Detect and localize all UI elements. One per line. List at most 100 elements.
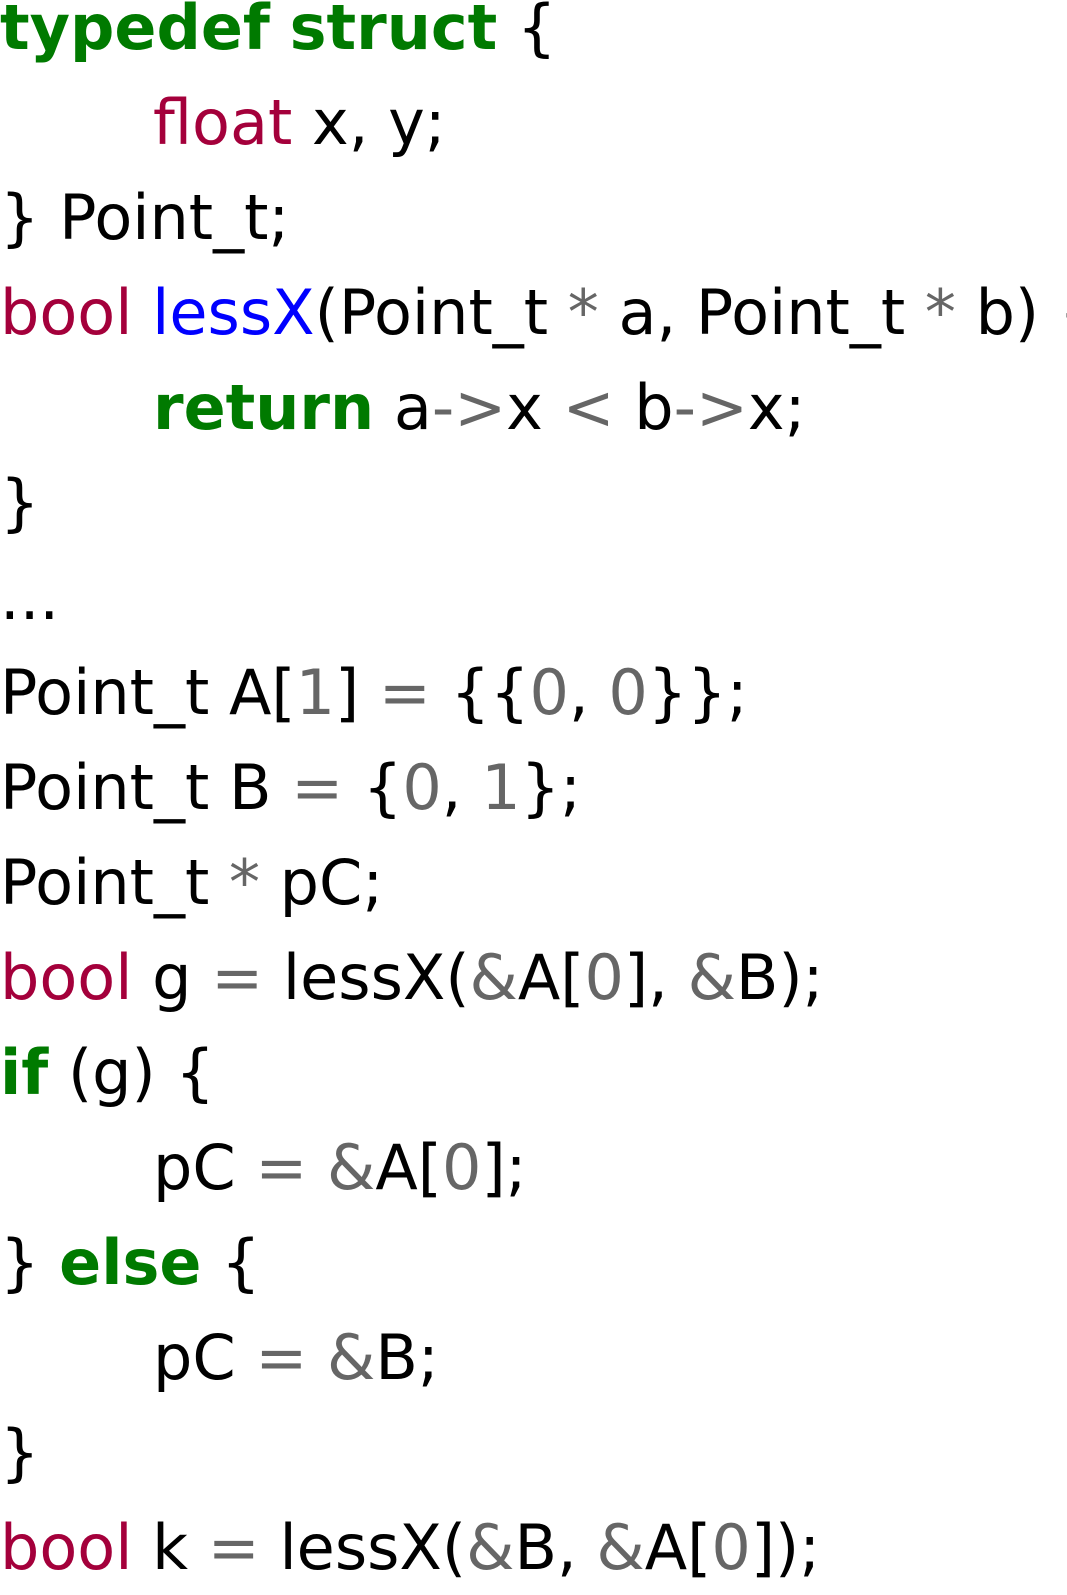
code-line: Point_t B = {0, 1}; [0,740,1067,835]
code-line: } [0,455,1067,550]
code-token-keyword: return [153,371,375,444]
code-token-plain: Point_t [0,846,229,919]
code-token-keyword: struct [289,0,498,64]
code-token-keyword: else [59,1226,202,1299]
code-token-operator: * [567,276,599,349]
code-line: Point_t A[1] = {{0, 0}}; [0,645,1067,740]
code-token-operator: -> [431,371,507,444]
code-token-plain: ... [0,561,60,634]
code-token-plain: (g) { [48,1036,215,1109]
code-token-number: 0 [584,941,624,1014]
code-line: } else { [0,1215,1067,1310]
code-token-operator: = [207,1511,260,1584]
code-token-operator: & [469,941,518,1014]
code-token-plain: } [0,466,40,539]
code-line: pC = &B; [0,1310,1067,1405]
code-token-plain: A[ [644,1511,712,1584]
code-token-type: bool [0,276,133,349]
code-token-operator: & [466,1511,515,1584]
code-token-plain: Point_t A[ [0,656,296,729]
code-token-operator: -> [673,371,748,444]
code-token-plain: B); [735,941,824,1014]
code-token-operator: & [327,1321,376,1394]
code-token-function: lessX [152,276,315,349]
code-token-number: 0 [442,1131,482,1204]
code-token-plain: } Point_t; [0,181,290,254]
code-token-plain: { [343,751,403,824]
code-line: ... [0,550,1067,645]
code-token-number: 0 [608,656,648,729]
code-token-operator: = [378,656,431,729]
code-token-number: 1 [481,751,521,824]
code-token-plain: { [201,1226,261,1299]
code-token-type: bool [0,1511,133,1584]
code-token-operator: < [562,371,615,444]
code-token-plain: x, y; [292,86,446,159]
code-line: if (g) { [0,1025,1067,1120]
code-token-keyword: typedef [0,0,270,64]
code-token-plain: pC; [259,846,384,919]
code-token-plain: x; [747,371,806,444]
code-token-plain: (Point_t [314,276,568,349]
code-token-plain: Point_t B [0,751,292,824]
code-token-plain: }}; [647,656,748,729]
code-token-plain: b [614,371,674,444]
code-token-plain: A[ [375,1131,442,1204]
code-token-operator: = [291,751,344,824]
code-token-plain: b) { [975,276,1067,349]
code-token-plain: B, [514,1511,597,1584]
code-token-plain: lessX( [259,1511,467,1584]
code-line: Point_t * pC; [0,835,1067,930]
code-token-plain: } [0,1416,40,1489]
code-token-plain: , [441,751,482,824]
code-token-plain: ]; [481,1131,527,1204]
code-token-plain: ] [335,656,379,729]
code-token-number: 0 [711,1511,751,1584]
code-line: bool lessX(Point_t * a, Point_t * b) { [0,265,1067,360]
code-token-operator: & [327,1131,376,1204]
code-token-plain: g [132,941,212,1014]
code-line: typedef struct { [0,0,1067,75]
code-token-number: 0 [402,751,442,824]
code-token-operator: = [255,1321,308,1394]
code-token-plain: pC [153,1321,256,1394]
code-token-keyword: if [0,1036,49,1109]
code-token-operator: = [255,1131,308,1204]
code-token-plain: pC [153,1131,256,1204]
code-token-plain: a, Point_t [598,276,925,349]
code-token-plain: lessX( [263,941,470,1014]
code-line: pC = &A[0]; [0,1120,1067,1215]
code-token-number: 0 [529,656,569,729]
code-token-operator: * [924,276,956,349]
code-token-operator: = [211,941,264,1014]
code-token-plain: k [132,1511,208,1584]
code-token-plain: , [568,656,609,729]
code-token-plain: {{ [430,656,530,729]
code-line: } [0,1405,1067,1500]
code-token-plain: ]); [750,1511,821,1584]
code-token-plain: } [0,1226,60,1299]
code-token-plain: }; [520,751,581,824]
code-token-plain: A[ [517,941,585,1014]
code-token-type: float [153,86,293,159]
code-token-operator: * [228,846,260,919]
code-token-plain: a [374,371,432,444]
code-token-operator: & [596,1511,645,1584]
code-line: bool k = lessX(&B, &A[0]); [0,1500,1067,1595]
code-line: } Point_t; [0,170,1067,265]
code-token-plain: x [506,371,563,444]
code-listing: typedef struct {float x, y;} Point_t; boo… [0,0,1067,1595]
code-token-operator: & [687,941,736,1014]
code-token-plain: ], [623,941,688,1014]
code-line: return a->x < b->x; [0,360,1067,455]
code-line: float x, y; [0,75,1067,170]
code-token-number: 1 [295,656,336,729]
code-token-plain: { [497,0,557,64]
code-token-plain: B; [375,1321,439,1394]
code-token-type: bool [0,941,133,1014]
code-line: bool g = lessX(&A[0], &B); [0,930,1067,1025]
